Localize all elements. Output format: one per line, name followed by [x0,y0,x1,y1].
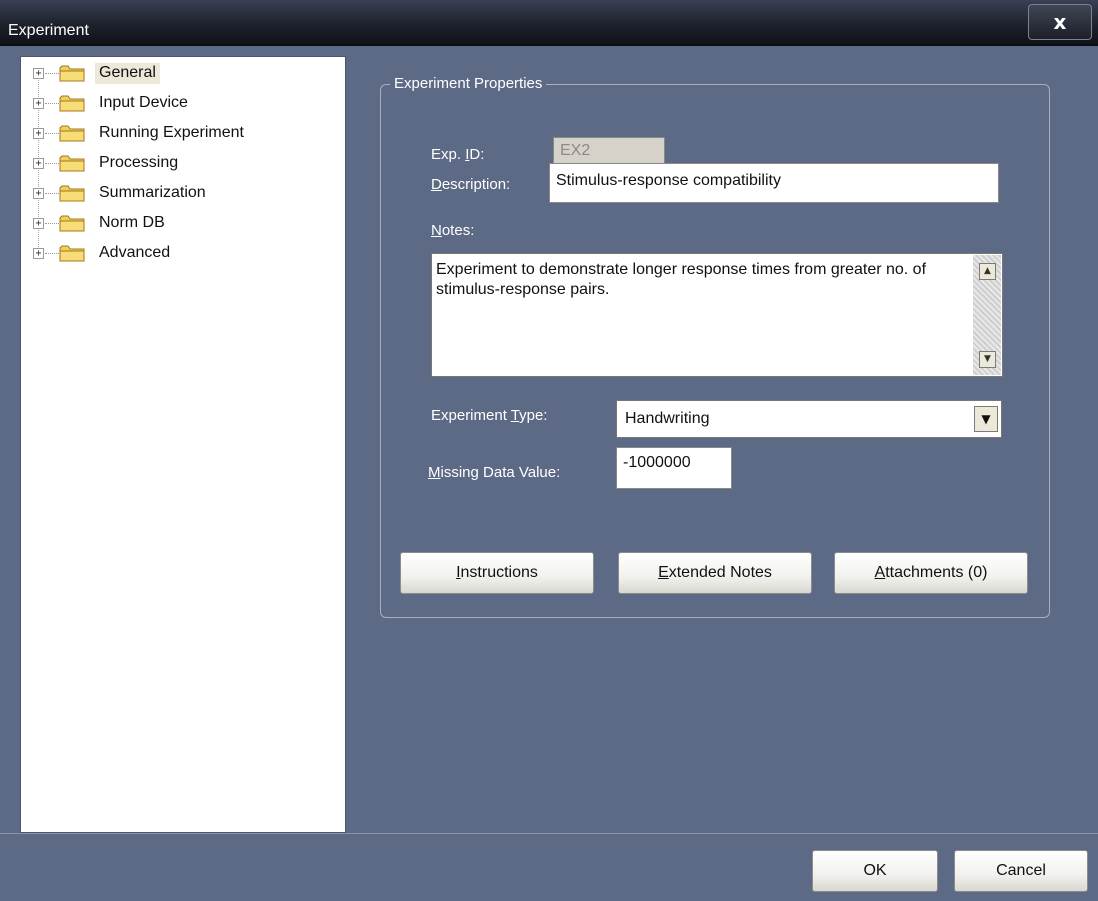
group-title: Experiment Properties [390,75,547,92]
folder-icon [59,214,85,232]
close-button[interactable]: x [1028,4,1092,40]
ok-button[interactable]: OK [812,850,938,892]
folder-icon [59,154,85,172]
tree-item-label: Norm DB [99,213,165,231]
folder-icon [59,64,85,82]
expand-icon[interactable]: + [33,187,44,199]
instructions-button[interactable]: Instructions [400,552,594,594]
scroll-down-icon[interactable]: ▼ [979,351,996,368]
tree-item-label: Summarization [99,183,206,201]
experiment-type-value: Handwriting [625,410,710,427]
description-field[interactable]: Stimulus-response compatibility [549,163,999,203]
experiment-type-select[interactable]: Handwriting ▼ [616,400,1002,438]
scroll-up-icon[interactable]: ▲ [979,263,996,280]
title-bar: Experiment x [0,0,1098,46]
notes-scrollbar[interactable]: ▲ ▼ [973,255,1001,375]
expand-icon[interactable]: + [33,127,44,139]
tree-item-label: Processing [99,153,179,171]
notes-textarea[interactable]: Experiment to demonstrate longer respons… [431,253,1003,377]
chevron-down-icon[interactable]: ▼ [974,406,998,432]
tree-item-label: Advanced [99,243,171,261]
exp-id-label: Exp. ID: [431,146,485,163]
folder-icon [59,124,85,142]
close-icon: x [1053,10,1067,34]
cancel-button[interactable]: Cancel [954,850,1088,892]
missing-data-field[interactable]: -1000000 [616,447,732,489]
window-title: Experiment [8,22,89,39]
expand-icon[interactable]: + [33,247,44,259]
tree-item-label: Input Device [99,93,188,111]
folder-icon [59,94,85,112]
extended-notes-button[interactable]: Extended Notes [618,552,812,594]
notes-text: Experiment to demonstrate longer respons… [436,261,927,298]
notes-label: Notes: [431,222,475,239]
folder-icon [59,244,85,262]
expand-icon[interactable]: + [33,217,44,229]
folder-icon [59,184,85,202]
experiment-type-label: Experiment Type: [431,407,548,424]
attachments-button[interactable]: Attachments (0) [834,552,1028,594]
separator [0,833,1098,834]
description-label: Description: [431,176,511,193]
tree-item-label: Running Experiment [99,123,244,141]
tree-item-label: General [95,62,160,84]
settings-tree[interactable]: + General + Input Device + Running Exper… [20,56,346,833]
expand-icon[interactable]: + [33,97,44,109]
expand-icon[interactable]: + [33,67,44,79]
expand-icon[interactable]: + [33,157,44,169]
missing-data-label: Missing Data Value: [428,464,561,481]
